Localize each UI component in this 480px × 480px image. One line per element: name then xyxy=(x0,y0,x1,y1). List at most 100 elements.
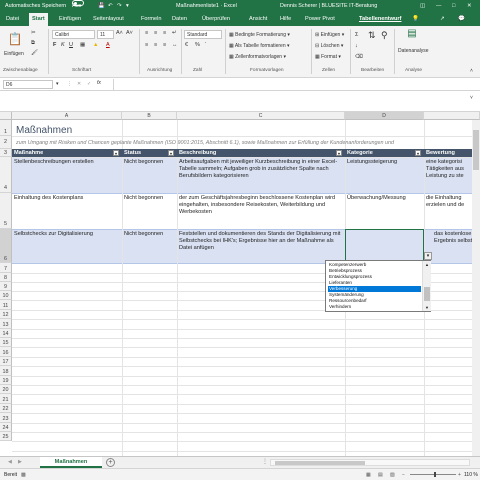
borders-icon[interactable]: ▦ xyxy=(80,42,85,49)
row-header[interactable]: 8 xyxy=(0,273,12,282)
name-box[interactable]: D6 xyxy=(3,80,53,89)
shrink-font-icon[interactable]: A˅ xyxy=(126,30,133,37)
row-header[interactable]: 13 xyxy=(0,319,12,329)
next-sheet-icon[interactable]: ▶ xyxy=(18,459,22,465)
select-all-corner[interactable] xyxy=(0,112,12,120)
sort-filter-icon[interactable]: ⇅ xyxy=(368,31,376,40)
column-header-d[interactable]: D xyxy=(345,112,424,120)
row-header[interactable]: 1 xyxy=(0,120,12,136)
scroll-up-icon[interactable]: ▲ xyxy=(425,262,429,267)
table-cell[interactable]: Stellenbeschreibungen erstellen xyxy=(12,158,122,167)
row-header[interactable]: 9 xyxy=(0,282,12,291)
italic-icon[interactable]: K xyxy=(61,42,65,49)
row-header[interactable]: 21 xyxy=(0,394,12,404)
user-name[interactable]: Dennis Scherer | BLUESITE IT-Beratung xyxy=(280,0,377,13)
prev-sheet-icon[interactable]: ◀ xyxy=(8,459,12,465)
name-box-dropdown-icon[interactable]: ▾ xyxy=(56,81,59,87)
macro-record-icon[interactable]: ▩ xyxy=(21,469,26,480)
row-header[interactable]: 2 xyxy=(0,136,12,149)
expand-formula-icon[interactable]: ˅ xyxy=(470,95,473,101)
maximize-icon[interactable]: □ xyxy=(452,0,455,13)
page-layout-view-icon[interactable]: ▤ xyxy=(378,469,383,480)
zoom-slider[interactable] xyxy=(410,472,456,477)
table-header-beschreibung[interactable]: Beschreibung ▾ xyxy=(177,149,345,157)
format-as-table-button[interactable]: ▦ Als Tabelle formatieren ▾ xyxy=(229,43,290,49)
number-format-select[interactable]: Standard xyxy=(184,30,222,39)
table-cell[interactable]: der zum Geschäftsjahresbeginn beschlosse… xyxy=(177,194,343,218)
filter-dropdown-icon[interactable]: ▾ xyxy=(113,150,119,156)
align-middle-icon[interactable]: ≡ xyxy=(154,30,157,37)
underline-icon[interactable]: U xyxy=(69,42,73,49)
tab-ansicht[interactable]: Ansicht xyxy=(249,13,267,26)
column-header-e[interactable] xyxy=(424,112,480,120)
row-header[interactable]: 5 xyxy=(0,193,12,229)
list-scrollbar[interactable]: ▲ ▼ xyxy=(422,261,431,311)
column-header-c[interactable]: C xyxy=(177,112,345,120)
row-header[interactable]: 22 xyxy=(0,404,12,413)
redo-icon[interactable]: ↷ xyxy=(117,0,122,13)
grow-font-icon[interactable]: A˄ xyxy=(116,30,123,37)
row-header[interactable]: 19 xyxy=(0,376,12,385)
tab-formeln[interactable]: Formeln xyxy=(141,13,162,26)
share-icon[interactable]: ↗ xyxy=(440,13,445,26)
format-cells-button[interactable]: ▦ Format ▾ xyxy=(315,54,341,60)
insert-function-icon[interactable]: fx xyxy=(97,80,101,86)
normal-view-icon[interactable]: ▦ xyxy=(366,469,371,480)
confirm-entry-icon[interactable]: ✓ xyxy=(87,81,91,87)
collapse-ribbon-icon[interactable]: ˄ xyxy=(470,68,473,75)
row-header[interactable]: 16 xyxy=(0,347,12,357)
row-header[interactable]: 7 xyxy=(0,263,12,273)
validation-dropdown-arrow-icon[interactable]: ▾ xyxy=(424,252,432,260)
copy-icon[interactable]: ⧉ xyxy=(31,40,35,47)
conditional-formatting-button[interactable]: ▦ Bedingte Formatierung ▾ xyxy=(229,32,290,38)
table-cell[interactable]: Überwachung/Messung xyxy=(345,194,424,203)
column-header-b[interactable]: B xyxy=(122,112,177,120)
paste-icon[interactable]: 📋 xyxy=(4,29,26,51)
table-cell[interactable]: Selbstchecks zur Digitalisierung xyxy=(12,230,122,239)
row-header[interactable]: 20 xyxy=(0,385,12,394)
tab-daten[interactable]: Daten xyxy=(172,13,187,26)
row-header[interactable]: 18 xyxy=(0,366,12,376)
format-painter-icon[interactable]: 🖌 xyxy=(31,50,38,57)
paste-button[interactable]: Einfügen xyxy=(4,51,24,57)
vertical-scrollbar[interactable] xyxy=(472,120,480,456)
table-cell[interactable]: Nicht begonnen xyxy=(122,194,177,203)
active-cell-d6[interactable] xyxy=(345,229,424,263)
row-header[interactable]: 17 xyxy=(0,357,12,366)
data-analysis-button[interactable]: Datenanalyse xyxy=(398,48,429,54)
font-color-icon[interactable]: A xyxy=(106,42,110,49)
table-cell[interactable]: Nicht begonnen xyxy=(122,230,177,239)
table-cell[interactable]: Nicht begonnen xyxy=(122,158,177,167)
cancel-entry-icon[interactable]: ✕ xyxy=(77,81,81,87)
comments-icon[interactable]: 💬 xyxy=(458,13,465,26)
row-header[interactable]: 15 xyxy=(0,338,12,347)
sheet-tab-massnahmen[interactable]: Maßnahmen xyxy=(40,457,102,468)
tab-start[interactable]: Start xyxy=(29,13,48,26)
align-right-icon[interactable]: ≡ xyxy=(163,42,166,49)
validation-list[interactable]: Kompetenzerwerb Betriebsprozess Entwickl… xyxy=(325,260,431,312)
horizontal-scrollbar[interactable] xyxy=(270,459,470,466)
cell-styles-button[interactable]: ▦ Zellenformatvorlagen ▾ xyxy=(229,54,286,60)
find-select-icon[interactable]: ⚲ xyxy=(381,31,388,40)
vertical-scroll-thumb[interactable] xyxy=(473,130,479,170)
cut-icon[interactable]: ✂ xyxy=(31,30,36,37)
table-header-massnahme[interactable]: Maßnahme ▾ xyxy=(12,149,122,157)
tab-ueberpruefen[interactable]: Überprüfen xyxy=(202,13,230,26)
row-header[interactable]: 3 xyxy=(0,149,12,157)
ribbon-display-icon[interactable]: ◫ xyxy=(420,0,425,13)
row-header[interactable]: 25 xyxy=(0,432,12,441)
align-top-icon[interactable]: ≡ xyxy=(145,30,148,37)
fill-icon[interactable]: ↓ xyxy=(355,43,358,50)
list-scroll-thumb[interactable] xyxy=(424,287,430,301)
minimize-icon[interactable]: — xyxy=(436,0,441,13)
table-cell[interactable]: Leistungssteigerung xyxy=(345,158,424,167)
percent-icon[interactable]: % xyxy=(195,42,200,49)
zoom-out-icon[interactable]: − xyxy=(402,469,405,480)
zoom-in-icon[interactable]: + xyxy=(458,469,461,480)
row-header[interactable]: 11 xyxy=(0,300,12,310)
zoom-slider-thumb[interactable] xyxy=(434,472,436,477)
row-header[interactable]: 4 xyxy=(0,157,12,193)
font-size-select[interactable]: 11 xyxy=(97,30,114,39)
tab-splitter-icon[interactable]: ⋮ xyxy=(262,458,268,465)
scroll-down-icon[interactable]: ▼ xyxy=(425,305,429,310)
